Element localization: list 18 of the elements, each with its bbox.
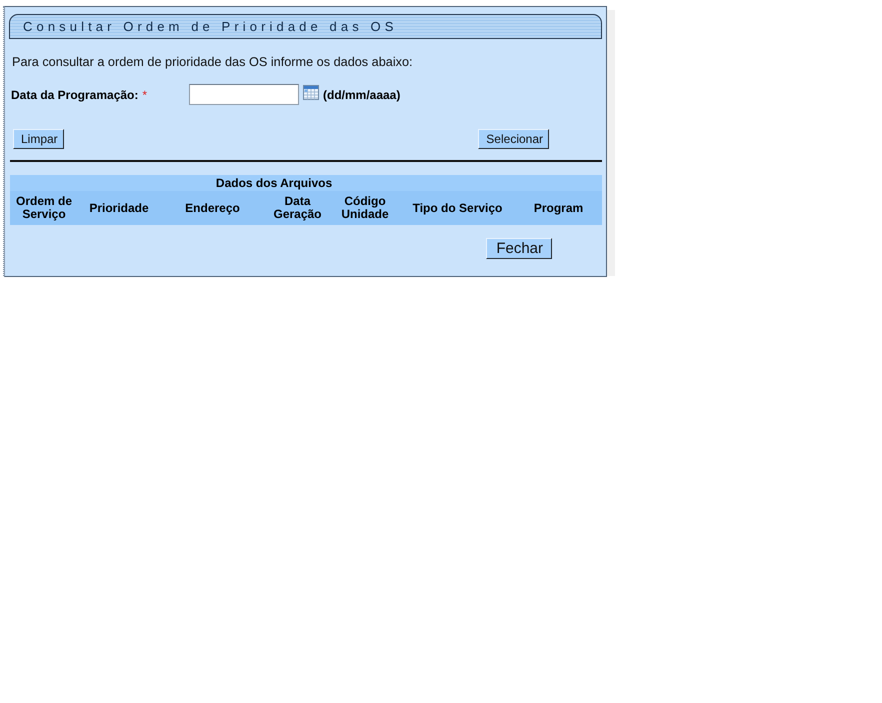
column-header: Tipo do Serviço: [400, 191, 515, 225]
column-header: Program: [515, 191, 602, 225]
close-button[interactable]: Fechar: [486, 238, 552, 259]
date-format-hint: (dd/mm/aaaa): [323, 86, 400, 104]
field-label: Data da Programação:: [11, 88, 138, 102]
required-mark: *: [142, 88, 148, 102]
column-header: Código Unidade: [330, 191, 400, 225]
column-header: Prioridade: [78, 191, 160, 225]
instructions-text: Para consultar a ordem de prioridade das OS informe os dados abaixo:: [12, 55, 414, 70]
column-header: Data Geração: [265, 191, 330, 225]
panel-title: Consultar Ordem de Prioridade das OS: [9, 14, 602, 39]
date-input-field[interactable]: [189, 84, 299, 105]
clear-button[interactable]: Limpar: [13, 129, 64, 149]
column-header: Ordem de Serviço: [10, 191, 78, 225]
select-button[interactable]: Selecionar: [478, 129, 549, 149]
calendar-icon[interactable]: [303, 84, 319, 100]
table-title: Dados dos Arquivos: [10, 175, 602, 191]
column-header: Endereço: [160, 191, 265, 225]
